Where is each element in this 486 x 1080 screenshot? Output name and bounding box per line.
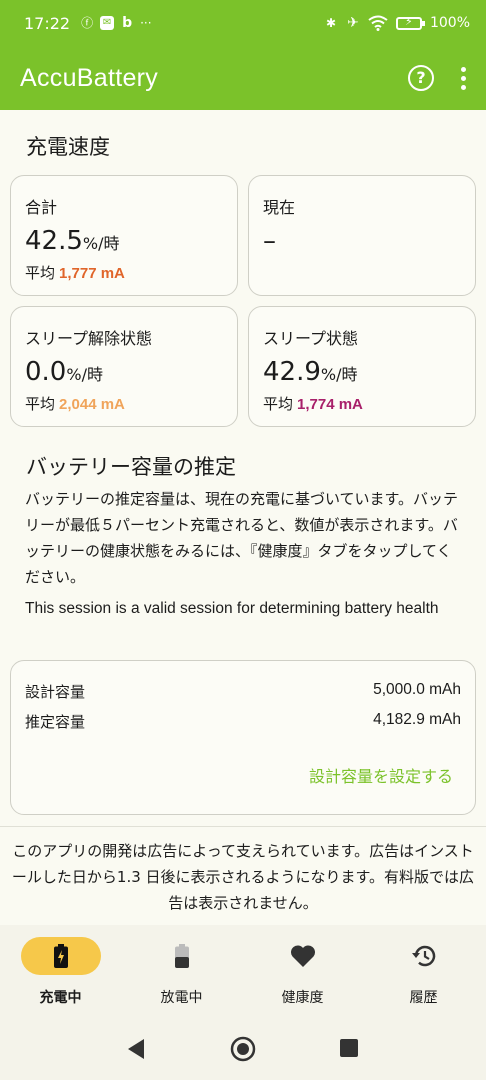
capacity-description: バッテリーの推定容量は、現在の充電に基づいています。バッテリーが最低５パーセント… [25,490,459,586]
app-title: AccuBattery [20,63,159,92]
estimated-capacity-row: 推定容量 4,182.9 mAh [25,711,461,732]
stat-label: 現在 [263,198,296,217]
bottom-navigation: 充電中 放電中 健康度 履歴 [0,925,486,1020]
stat-average: 平均 1,777 mA [25,264,125,282]
stat-card-screen-on: スリープ解除状態 0.0%/時 平均 2,044 mA [10,306,238,427]
nav-label: 放電中 [160,990,203,1006]
back-icon[interactable] [126,1038,146,1060]
nav-label: 健康度 [281,990,324,1006]
stat-label: スリープ状態 [263,329,359,348]
stat-value: – [263,226,276,256]
status-bar: 17:22 ⓕ ✉ b ··· ✱ ✈ 100% [0,0,486,46]
more-options-icon[interactable] [460,66,466,90]
nav-charging[interactable]: 充電中 [0,937,121,1007]
help-icon[interactable]: ? [408,65,434,91]
system-navigation-bar [0,1020,486,1080]
stat-card-current: 現在 – [248,175,476,296]
nav-health[interactable]: 健康度 [242,937,363,1007]
design-capacity-row: 設計容量 5,000.0 mAh [25,681,461,702]
app-notification-icon: ✉ [100,16,115,30]
stat-value: 42.9%/時 [263,357,358,387]
nav-label: 履歴 [409,990,438,1006]
stat-average: 平均 1,774 mA [263,395,363,413]
airplane-mode-icon: ✈ [347,15,359,31]
heart-icon [263,937,343,975]
stat-value: 42.5%/時 [25,226,120,256]
capacity-card: 設計容量 5,000.0 mAh 推定容量 4,182.9 mAh 設計容量を設… [10,660,476,815]
app-bar: AccuBattery ? [0,46,486,110]
stat-card-sleep: スリープ状態 42.9%/時 平均 1,774 mA [248,306,476,427]
set-design-capacity-button[interactable]: 設計容量を設定する [309,763,453,787]
battery-icon [142,937,222,975]
home-icon[interactable] [230,1036,256,1062]
stat-card-total: 合計 42.5%/時 平均 1,777 mA [10,175,238,296]
divider [0,826,486,827]
more-notifications-icon: ··· [140,16,152,30]
session-note: This session is a valid session for dete… [25,600,439,617]
ad-notice: このアプリの開発は広告によって支えられています。広告はインストールした日から1.… [11,842,475,912]
nav-discharging[interactable]: 放電中 [121,937,242,1007]
estimated-capacity-label: 推定容量 [25,713,86,731]
b-notification-icon: b [122,15,133,31]
battery-charging-icon [20,937,101,975]
stat-value: 0.0%/時 [25,357,103,387]
design-capacity-label: 設計容量 [25,683,86,701]
design-capacity-value: 5,000.0 mAh [373,681,461,698]
capacity-title: バッテリー容量の推定 [26,455,236,479]
wifi-icon [368,15,388,31]
charge-speed-title: 充電速度 [26,135,110,159]
estimated-capacity-value: 4,182.9 mAh [373,711,461,728]
battery-status-icon [395,15,425,30]
stat-label: スリープ解除状態 [25,329,153,348]
status-time: 17:22 [24,13,71,33]
history-icon [384,937,464,975]
nav-history[interactable]: 履歴 [363,937,484,1007]
nav-label: 充電中 [39,990,82,1006]
bluetooth-icon: ✱ [325,16,336,30]
recents-icon[interactable] [340,1039,358,1057]
stat-average: 平均 2,044 mA [25,395,125,413]
facebook-notification-icon: ⓕ [81,16,94,30]
stat-label: 合計 [25,198,58,217]
battery-percentage: 100% [429,15,470,31]
